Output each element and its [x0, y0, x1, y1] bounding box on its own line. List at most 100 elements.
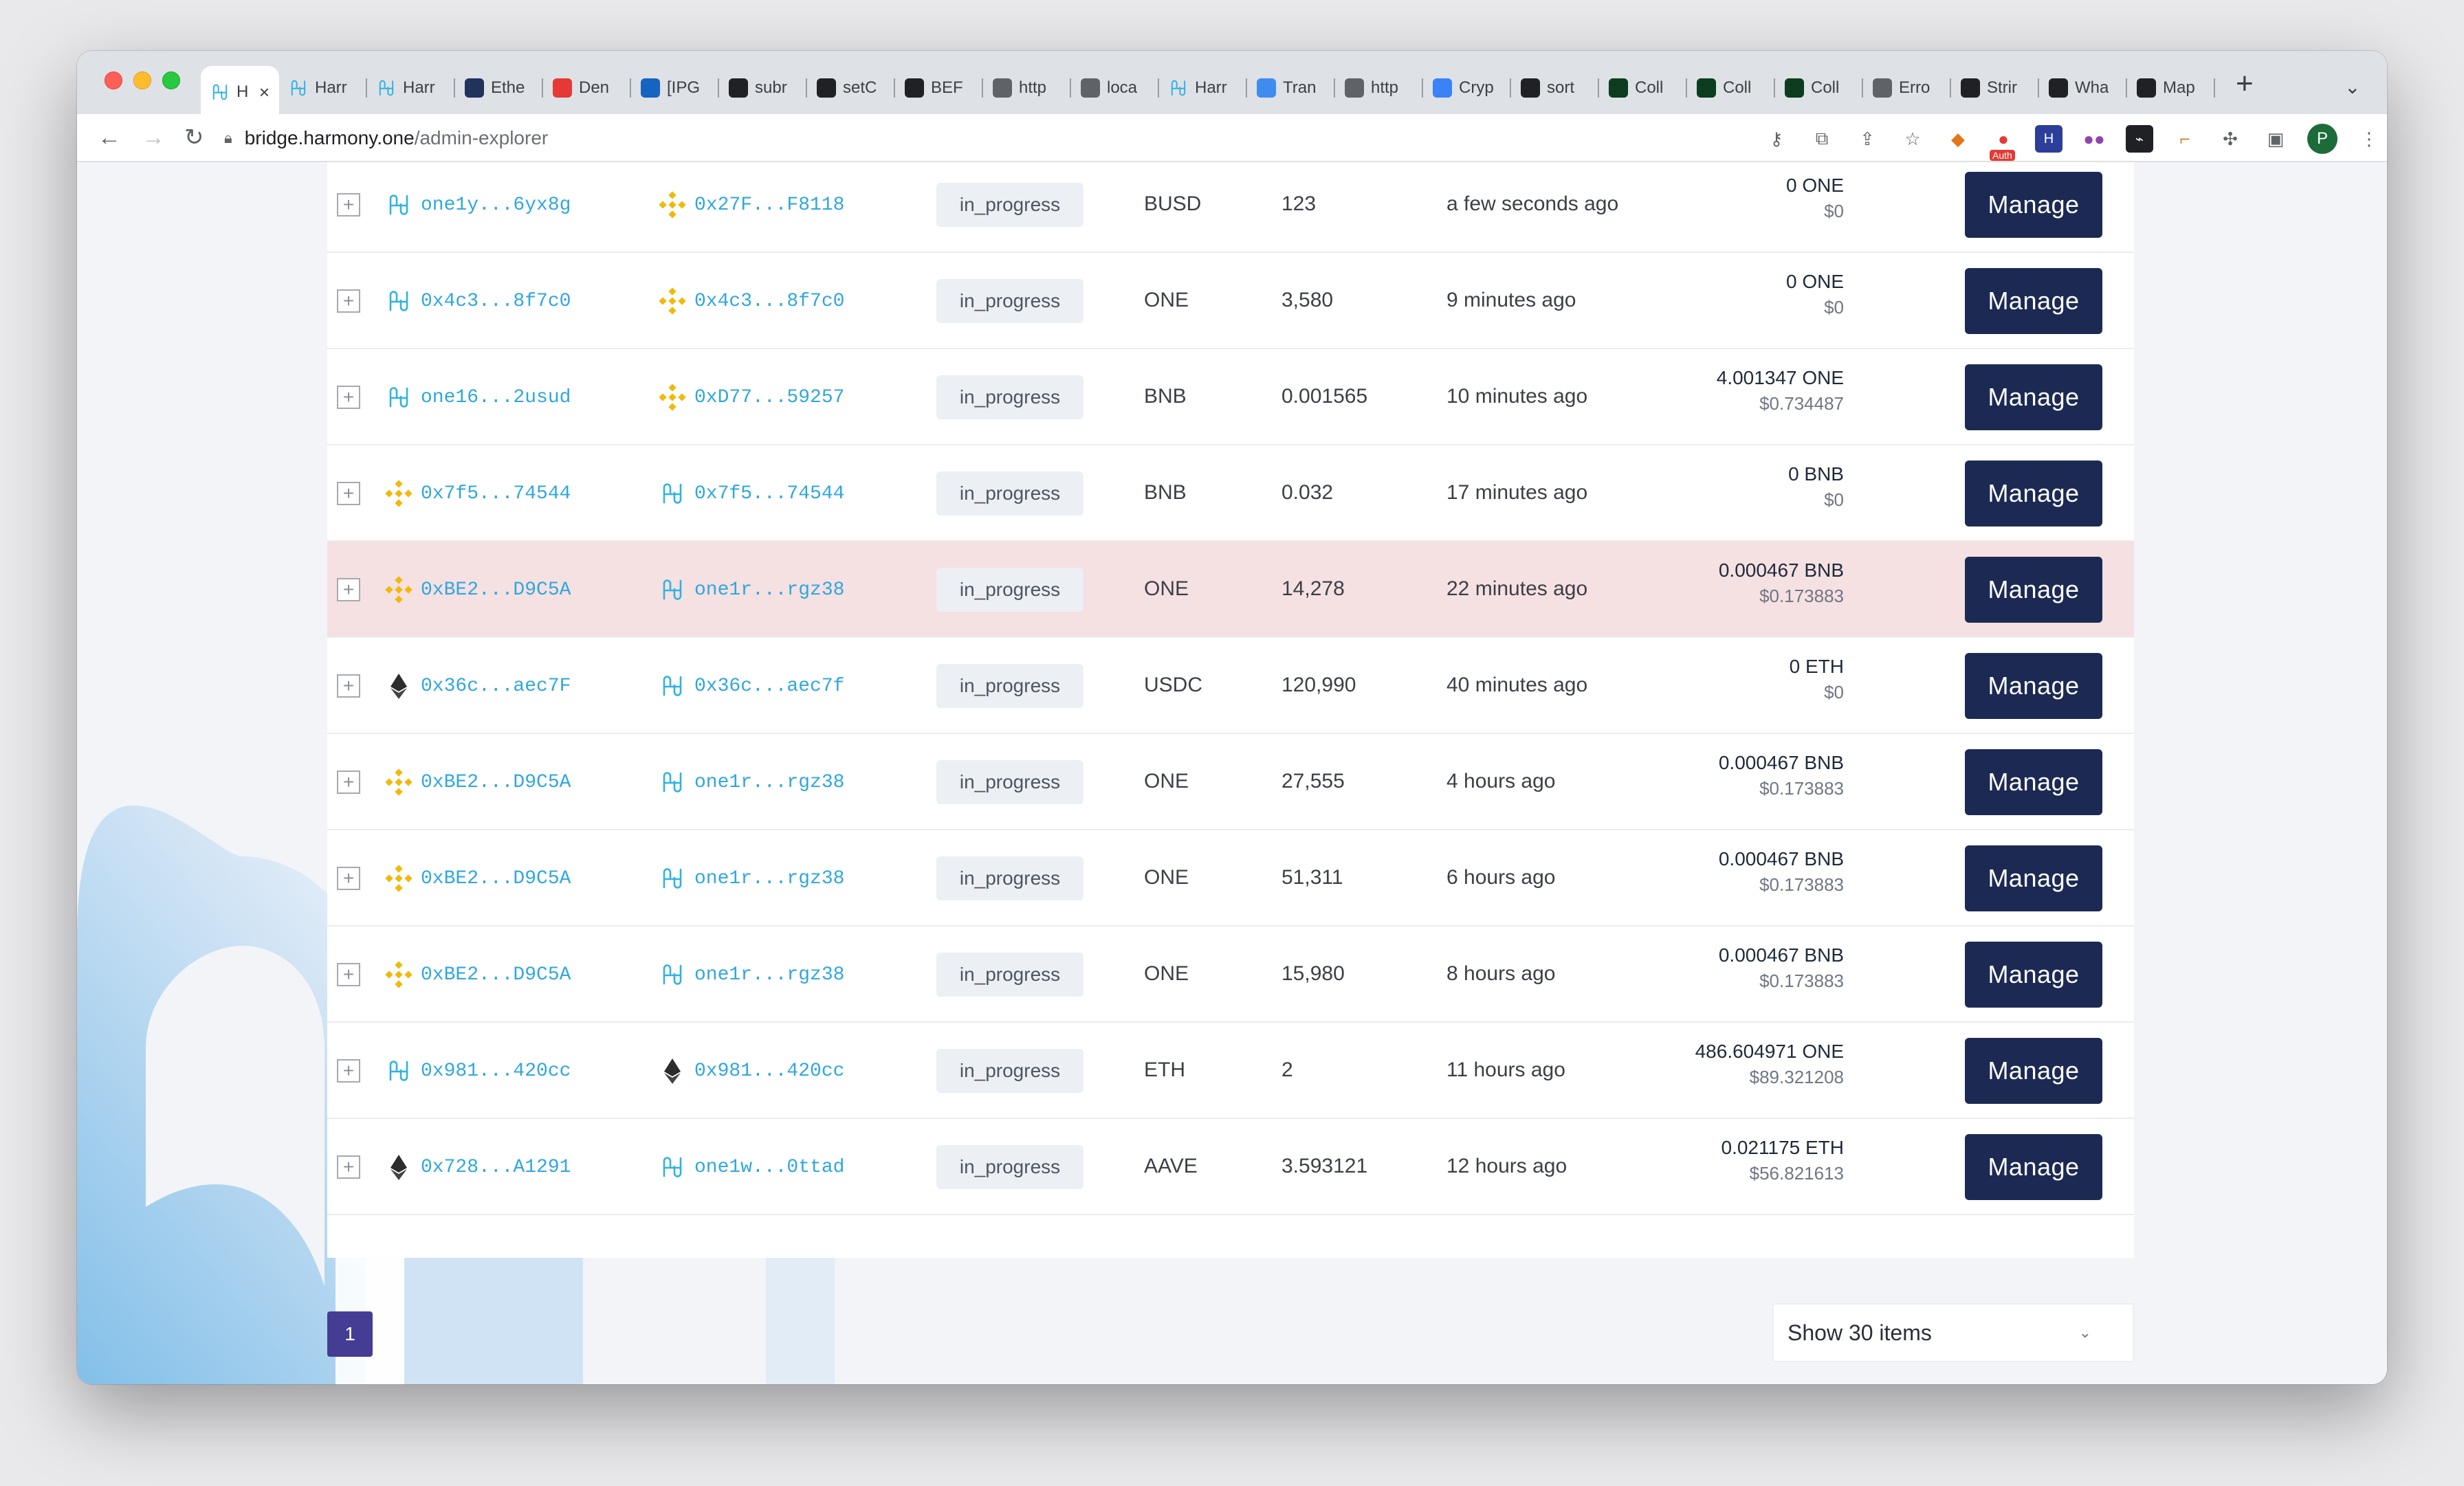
browser-tab[interactable]: Coll [1687, 66, 1775, 110]
expand-row-button[interactable]: + [337, 963, 360, 986]
expand-row-button[interactable]: + [337, 578, 360, 601]
table-row[interactable]: + 0x4c3...8f7c0 0x4c3...8f7c0 in_progres… [327, 253, 2134, 349]
from-address-text[interactable]: 0x728...A1291 [421, 1157, 571, 1178]
table-row[interactable]: + 0x7f5...74544 0x7f5...74544 in_progres… [327, 445, 2134, 542]
browser-tab[interactable]: Tran [1247, 66, 1335, 110]
browser-tab[interactable]: BEF [895, 66, 983, 110]
manage-button[interactable]: Manage [1965, 557, 2102, 623]
from-address[interactable]: 0x728...A1291 [385, 1153, 571, 1181]
table-row[interactable]: + 0xBE2...D9C5A one1r...rgz38 in_progres… [327, 734, 2134, 830]
from-address[interactable]: 0x4c3...8f7c0 [385, 287, 571, 315]
browser-tab[interactable]: [IPG [631, 66, 719, 110]
table-row[interactable]: + 0x981...420cc 0x981...420cc in_progres… [327, 1023, 2134, 1119]
to-address-text[interactable]: one1w...0ttad [694, 1157, 844, 1178]
from-address[interactable]: 0x36c...aec7F [385, 672, 571, 700]
to-address[interactable]: 0x7f5...74544 [659, 480, 844, 507]
browser-tab[interactable]: Strir [1951, 66, 2039, 110]
browser-tab[interactable]: Coll [1599, 66, 1687, 110]
table-row[interactable]: + 0xBE2...D9C5A one1r...rgz38 in_progres… [327, 927, 2134, 1023]
to-address-text[interactable]: 0x981...420cc [694, 1061, 844, 1082]
close-window-button[interactable] [104, 71, 122, 89]
close-tab-icon[interactable]: × [259, 82, 270, 103]
to-address[interactable]: 0x4c3...8f7c0 [659, 287, 844, 315]
to-address-text[interactable]: 0x27F...F8118 [694, 195, 844, 216]
new-tab-button[interactable]: + [2236, 69, 2254, 99]
bookmark-star-icon[interactable]: ☆ [1899, 125, 1926, 153]
to-address-text[interactable]: 0xD77...59257 [694, 387, 844, 408]
expand-row-button[interactable]: + [337, 193, 360, 217]
from-address-text[interactable]: 0xBE2...D9C5A [421, 772, 571, 793]
kebab-menu-icon[interactable]: ⋮ [2355, 125, 2383, 153]
translate-icon[interactable]: ⧉ [1808, 125, 1836, 153]
from-address-text[interactable]: 0x36c...aec7F [421, 676, 571, 697]
pagination-page-1[interactable]: 1 [327, 1311, 373, 1357]
manage-button[interactable]: Manage [1965, 364, 2102, 430]
manage-button[interactable]: Manage [1965, 461, 2102, 526]
to-address-text[interactable]: 0x36c...aec7f [694, 676, 844, 697]
manage-button[interactable]: Manage [1965, 845, 2102, 911]
expand-row-button[interactable]: + [337, 770, 360, 794]
to-address[interactable]: one1r...rgz38 [659, 768, 844, 796]
puzzle-icon[interactable]: ✣ [2216, 125, 2244, 153]
to-address[interactable]: 0x27F...F8118 [659, 191, 844, 219]
tab-search-chevron-icon[interactable]: ⌄ [2344, 76, 2360, 98]
from-address-text[interactable]: one1y...6yx8g [421, 195, 571, 216]
manage-button[interactable]: Manage [1965, 749, 2102, 815]
expand-row-button[interactable]: + [337, 1059, 360, 1083]
to-address[interactable]: 0xD77...59257 [659, 384, 844, 411]
to-address[interactable]: one1w...0ttad [659, 1153, 844, 1181]
to-address-text[interactable]: 0x7f5...74544 [694, 483, 844, 504]
to-address[interactable]: one1r...rgz38 [659, 961, 844, 988]
share-icon[interactable]: ⇪ [1854, 125, 1881, 153]
from-address[interactable]: 0xBE2...D9C5A [385, 961, 571, 988]
from-address-text[interactable]: 0xBE2...D9C5A [421, 579, 571, 601]
from-address[interactable]: 0x981...420cc [385, 1057, 571, 1085]
browser-tab[interactable]: Den [543, 66, 631, 110]
address-bar[interactable]: 🔒︎ bridge.harmony.one/admin-explorer [224, 121, 1833, 155]
from-address-text[interactable]: 0xBE2...D9C5A [421, 964, 571, 986]
sidebar-icon[interactable]: ▣ [2262, 125, 2289, 153]
manage-button[interactable]: Manage [1965, 268, 2102, 334]
manage-button[interactable]: Manage [1965, 172, 2102, 238]
browser-tab[interactable]: loca [1071, 66, 1159, 110]
chart-extension-icon[interactable]: ⌁ [2126, 125, 2153, 153]
reload-icon[interactable]: ↻ [184, 124, 204, 151]
browser-tab[interactable]: Harr [279, 66, 367, 110]
table-row[interactable]: + 0xBE2...D9C5A one1r...rgz38 in_progres… [327, 830, 2134, 927]
back-arrow-icon[interactable]: ← [98, 124, 121, 151]
browser-tab[interactable]: sort [1511, 66, 1599, 110]
to-address-text[interactable]: one1r...rgz38 [694, 868, 844, 889]
forward-arrow-icon[interactable]: → [142, 124, 165, 151]
table-row[interactable]: + one1y...6yx8g 0x27F...F8118 in_progres… [327, 162, 2134, 253]
ruler-extension-icon[interactable]: ⌐ [2171, 125, 2199, 153]
metamask-icon[interactable]: ◆ [1944, 125, 1972, 153]
browser-tab[interactable]: Harr [1159, 66, 1247, 110]
from-address-text[interactable]: 0x7f5...74544 [421, 483, 571, 504]
to-address-text[interactable]: 0x4c3...8f7c0 [694, 291, 844, 312]
browser-tab[interactable]: Map [2127, 66, 2215, 110]
to-address[interactable]: one1r...rgz38 [659, 576, 844, 603]
table-row[interactable]: + 0x728...A1291 one1w...0ttad in_progres… [327, 1119, 2134, 1215]
expand-row-button[interactable]: + [337, 386, 360, 409]
browser-tab[interactable]: Coll [1775, 66, 1863, 110]
manage-button[interactable]: Manage [1965, 1038, 2102, 1104]
browser-tab[interactable]: setC [807, 66, 895, 110]
table-row[interactable]: + 0x36c...aec7F 0x36c...aec7f in_progres… [327, 638, 2134, 734]
expand-row-button[interactable]: + [337, 289, 360, 313]
minimize-window-button[interactable] [133, 71, 151, 89]
manage-button[interactable]: Manage [1965, 1134, 2102, 1200]
authenticator-icon[interactable]: ● Auth [1990, 125, 2017, 161]
from-address-text[interactable]: one16...2usud [421, 387, 571, 408]
from-address[interactable]: 0xBE2...D9C5A [385, 768, 571, 796]
page-size-select[interactable]: Show 30 items ⌄ [1772, 1303, 2134, 1362]
from-address-text[interactable]: 0x981...420cc [421, 1061, 571, 1082]
to-address[interactable]: 0x36c...aec7f [659, 672, 844, 700]
browser-tab[interactable]: Erro [1863, 66, 1951, 110]
dots-extension-icon[interactable]: ●● [2080, 125, 2108, 153]
browser-tab[interactable]: Cryp [1423, 66, 1511, 110]
browser-tab[interactable]: http [1335, 66, 1423, 110]
avatar[interactable]: P [2307, 124, 2338, 154]
from-address[interactable]: 0xBE2...D9C5A [385, 576, 571, 603]
from-address[interactable]: one1y...6yx8g [385, 191, 571, 219]
table-row[interactable]: + one16...2usud 0xD77...59257 in_progres… [327, 349, 2134, 445]
